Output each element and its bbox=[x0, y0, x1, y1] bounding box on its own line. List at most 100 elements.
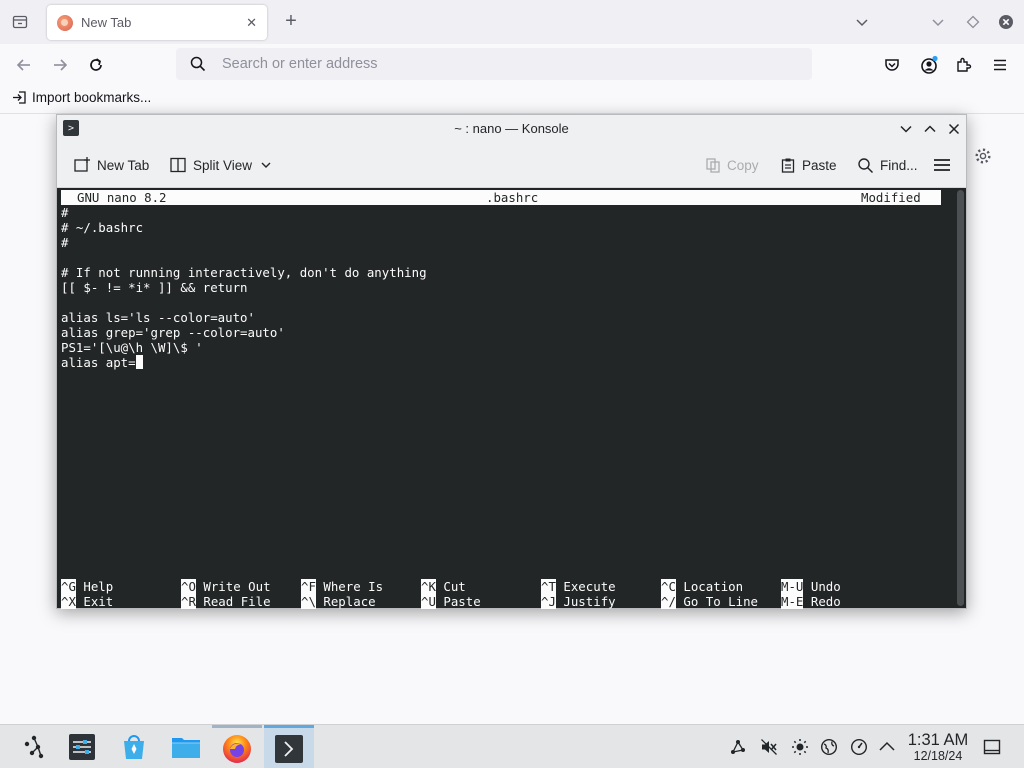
paste-button[interactable]: Paste bbox=[780, 154, 837, 176]
file-line: # ~/.bashrc bbox=[61, 220, 144, 235]
scrollbar-thumb[interactable] bbox=[957, 190, 964, 606]
application-launcher-icon[interactable] bbox=[10, 725, 58, 768]
help-shortcut: ^K Cut bbox=[421, 579, 466, 594]
terminal-view[interactable]: GNU nano 8.2 .bashrc Modified # # ~/.bas… bbox=[57, 188, 955, 609]
address-bar[interactable] bbox=[176, 48, 812, 80]
shortcut-key: ^F bbox=[301, 579, 316, 594]
text-cursor bbox=[135, 355, 143, 369]
find-label: Find... bbox=[880, 157, 918, 173]
copy-icon bbox=[705, 157, 721, 173]
chevron-down-icon bbox=[260, 159, 272, 171]
help-shortcut: ^R Read File bbox=[181, 594, 271, 609]
import-bookmarks-label: Import bookmarks... bbox=[32, 90, 152, 105]
shortcut-key: ^T bbox=[541, 579, 556, 594]
konsole-app-icon: > bbox=[63, 120, 79, 136]
shortcut-label: Go To Line bbox=[683, 594, 758, 609]
current-line: alias apt= bbox=[61, 355, 143, 370]
file-manager-icon[interactable] bbox=[162, 725, 210, 768]
volume-muted-icon[interactable] bbox=[760, 738, 778, 756]
shortcut-key: ^C bbox=[661, 579, 676, 594]
shortcut-key: ^K bbox=[421, 579, 436, 594]
new-tab-icon[interactable]: + bbox=[280, 10, 302, 32]
shortcut-key: ^G bbox=[61, 579, 76, 594]
reload-icon[interactable] bbox=[84, 53, 108, 77]
shortcut-label: Justify bbox=[563, 594, 616, 609]
firefox-favicon bbox=[57, 14, 73, 31]
clock-date: 12/18/24 bbox=[913, 749, 963, 763]
network-icon[interactable] bbox=[729, 738, 747, 756]
back-icon[interactable] bbox=[12, 53, 36, 77]
help-shortcut: ^X Exit bbox=[61, 594, 113, 609]
shortcut-label: Cut bbox=[443, 579, 466, 594]
menu-icon[interactable] bbox=[988, 53, 1012, 77]
close-window-icon[interactable] bbox=[945, 120, 963, 138]
firefox-icon[interactable] bbox=[212, 725, 262, 768]
shortcut-key: ^O bbox=[181, 579, 196, 594]
clipboard-icon[interactable] bbox=[850, 738, 868, 756]
brightness-icon[interactable] bbox=[791, 738, 809, 756]
shortcut-key: M-E bbox=[781, 594, 804, 609]
konsole-titlebar[interactable]: > ~ : nano — Konsole bbox=[57, 115, 966, 142]
help-shortcut: ^C Location bbox=[661, 579, 743, 594]
split-view-label: Split View bbox=[193, 157, 253, 173]
extensions-icon[interactable] bbox=[952, 53, 976, 77]
file-line: # If not running interactively, don't do… bbox=[61, 265, 427, 280]
shortcut-key: ^/ bbox=[661, 594, 676, 609]
forward-icon[interactable] bbox=[48, 53, 72, 77]
shortcut-label: Help bbox=[83, 579, 114, 594]
vpn-globe-icon[interactable] bbox=[820, 738, 838, 756]
split-view-button[interactable]: Split View bbox=[169, 154, 272, 176]
file-line: PS1='[\u@\h \W]\$ ' bbox=[61, 340, 203, 355]
new-tab-label: New Tab bbox=[97, 157, 150, 173]
account-icon[interactable] bbox=[917, 53, 941, 77]
konsole-icon[interactable] bbox=[264, 725, 314, 768]
hamburger-menu-icon[interactable] bbox=[933, 154, 951, 176]
search-icon bbox=[190, 56, 206, 72]
copy-button[interactable]: Copy bbox=[705, 154, 759, 176]
shortcut-label: Paste bbox=[443, 594, 481, 609]
shortcut-label: Undo bbox=[810, 579, 841, 594]
taskbar: 1:31 AM 12/18/24 bbox=[0, 724, 1024, 768]
show-desktop-icon[interactable] bbox=[983, 738, 1001, 756]
system-settings-icon[interactable] bbox=[58, 725, 106, 768]
close-browser-icon[interactable] bbox=[996, 11, 1016, 33]
browser-tab-bar: New Tab ✕ + bbox=[0, 0, 1024, 44]
shortcut-key: ^U bbox=[421, 594, 436, 609]
help-shortcut: ^F Where Is bbox=[301, 579, 383, 594]
copy-label: Copy bbox=[727, 157, 759, 173]
help-shortcut: ^/ Go To Line bbox=[661, 594, 758, 609]
find-button[interactable]: Find... bbox=[857, 154, 918, 176]
help-shortcut: ^G Help bbox=[61, 579, 113, 594]
browser-tab[interactable]: New Tab ✕ bbox=[47, 5, 267, 40]
paste-icon bbox=[780, 157, 796, 173]
shortcut-key: M-U bbox=[781, 579, 804, 594]
tray-expand-icon[interactable] bbox=[878, 738, 896, 756]
digital-clock[interactable]: 1:31 AM 12/18/24 bbox=[904, 731, 972, 763]
shortcut-label: Write Out bbox=[203, 579, 271, 594]
address-input[interactable] bbox=[222, 56, 782, 72]
import-bookmarks-button[interactable]: Import bookmarks... bbox=[12, 90, 151, 105]
shortcut-label: Replace bbox=[323, 594, 376, 609]
maximize-icon[interactable] bbox=[921, 120, 939, 138]
new-tab-button[interactable]: New Tab bbox=[73, 154, 149, 176]
konsole-window: > ~ : nano — Konsole New Tab Split View bbox=[56, 114, 967, 609]
help-shortcut: ^\ Replace bbox=[301, 594, 376, 609]
shortcut-label: Exit bbox=[83, 594, 114, 609]
chevron-down-icon[interactable] bbox=[928, 11, 948, 33]
discover-store-icon[interactable] bbox=[110, 725, 158, 768]
tab-close-icon[interactable]: ✕ bbox=[246, 15, 257, 31]
terminal-scrollbar[interactable] bbox=[955, 188, 966, 608]
pocket-icon[interactable] bbox=[880, 53, 904, 77]
tab-title: New Tab bbox=[81, 15, 132, 30]
minimize-icon[interactable] bbox=[897, 120, 915, 138]
view-icon[interactable] bbox=[963, 11, 983, 33]
window-title: ~ : nano — Konsole bbox=[454, 121, 569, 136]
nano-filename: .bashrc bbox=[486, 190, 539, 205]
shortcut-label: Read File bbox=[203, 594, 271, 609]
list-all-tabs-icon[interactable] bbox=[852, 11, 872, 33]
settings-gear-icon[interactable] bbox=[974, 147, 992, 165]
help-shortcut: ^O Write Out bbox=[181, 579, 271, 594]
shortcut-label: Location bbox=[683, 579, 744, 594]
file-line: alias ls='ls --color=auto' bbox=[61, 310, 255, 325]
tab-list-icon[interactable] bbox=[8, 10, 32, 34]
